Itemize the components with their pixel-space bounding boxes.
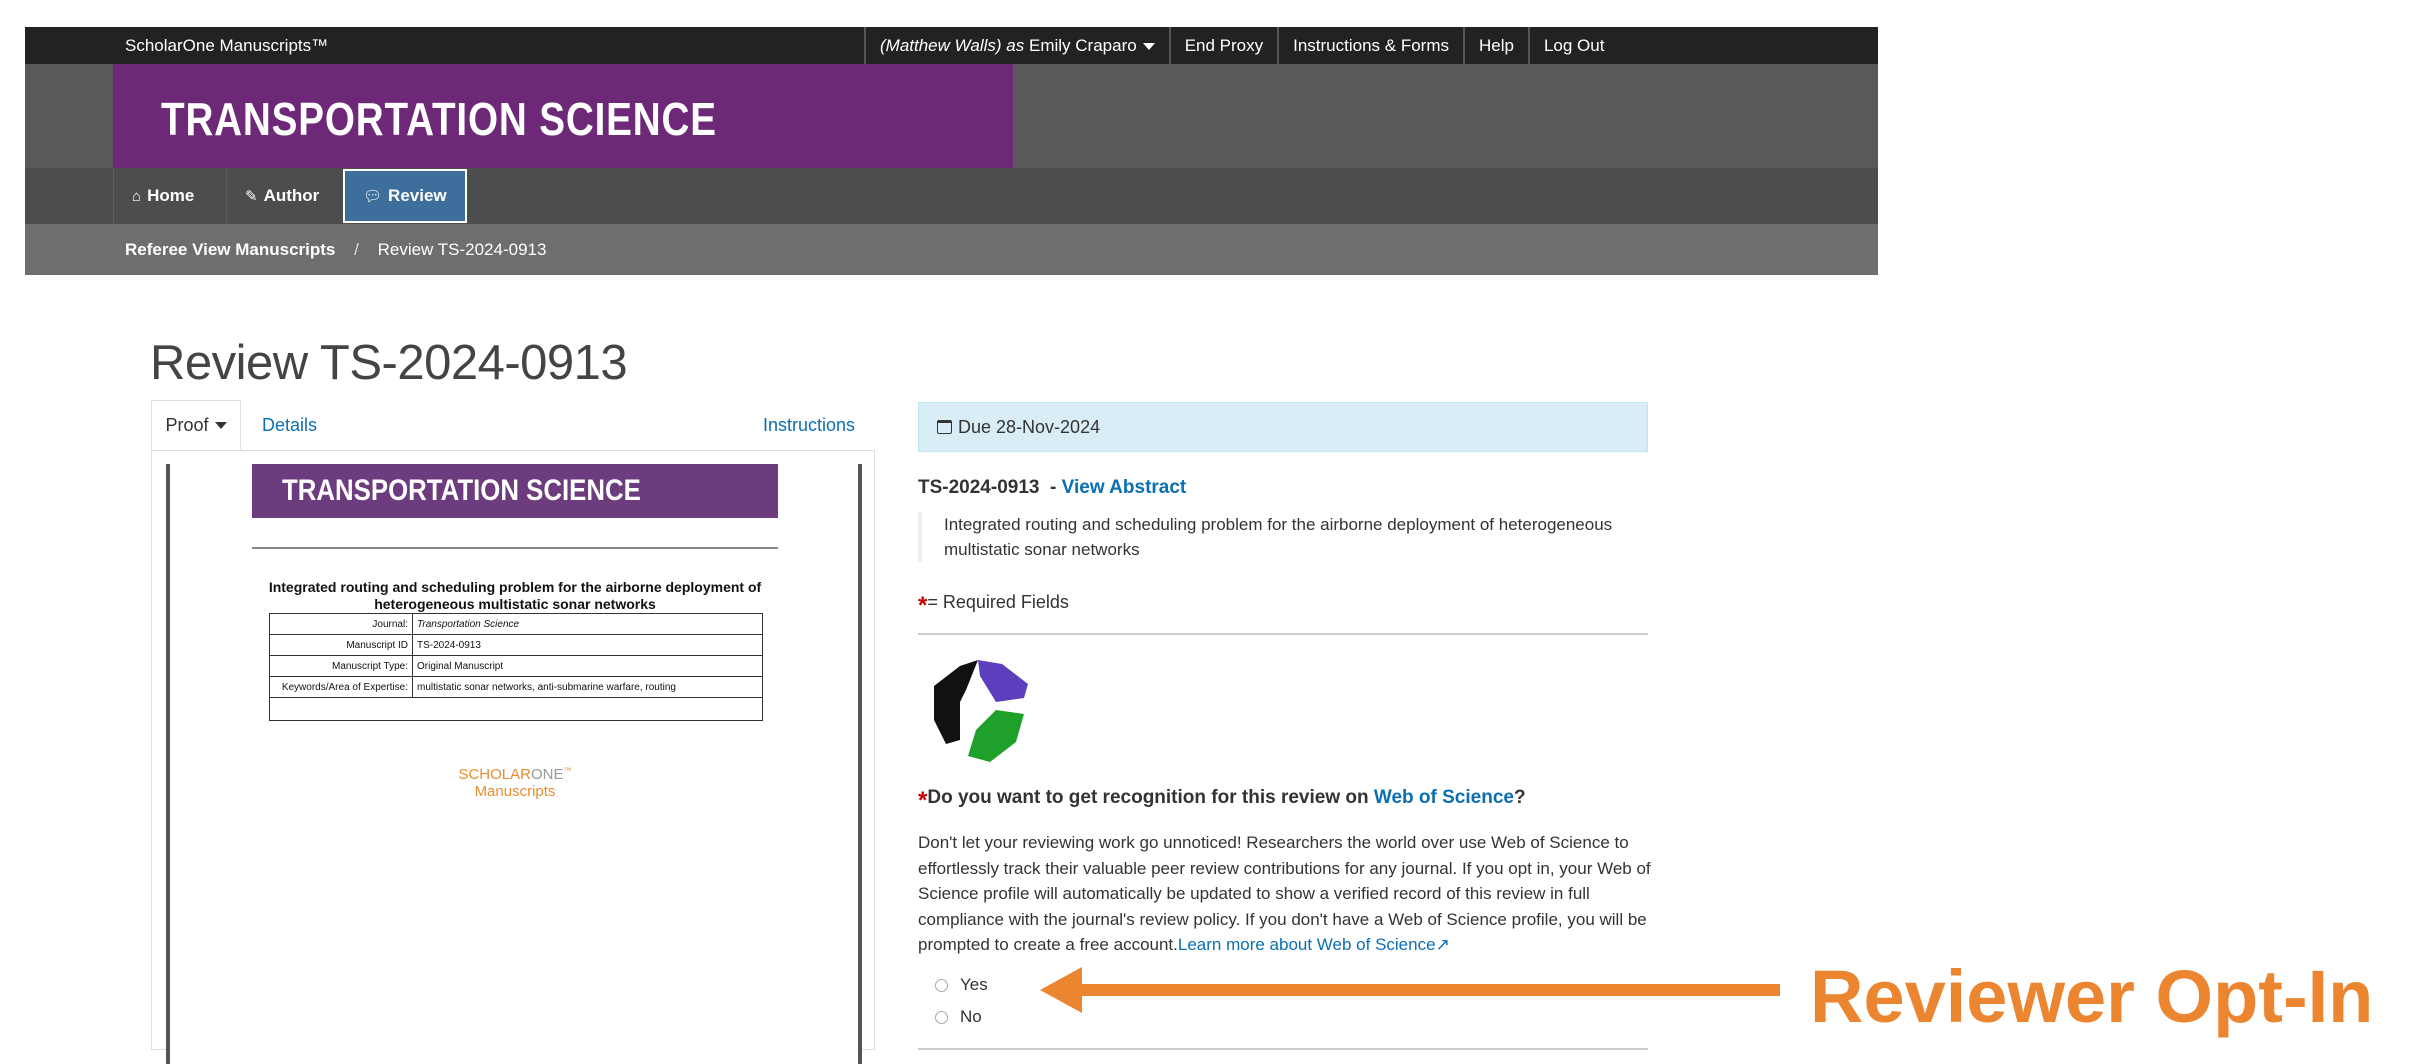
- required-fields-note: *= Required Fields: [918, 592, 1069, 620]
- breadcrumb-current: Review TS-2024-0913: [377, 240, 547, 259]
- breadcrumb-parent[interactable]: Referee View Manuscripts: [125, 240, 335, 259]
- view-abstract-link[interactable]: View Abstract: [1062, 477, 1187, 498]
- page-title: Review TS-2024-0913: [150, 336, 628, 390]
- journal-logo[interactable]: TRANSPORTATION SCIENCE: [113, 64, 1013, 168]
- table-row: Manuscript ID TS-2024-0913: [269, 634, 763, 656]
- logo-one: ONE: [531, 766, 564, 783]
- help-link[interactable]: Help: [1463, 27, 1528, 64]
- wos-question: *Do you want to get recognition for this…: [918, 787, 1526, 815]
- tab-instructions[interactable]: Instructions: [763, 415, 855, 436]
- logout-link[interactable]: Log Out: [1527, 27, 1619, 64]
- wos-link[interactable]: Web of Science: [1374, 787, 1514, 808]
- manuscript-title-quote: Integrated routing and scheduling proble…: [918, 512, 1648, 562]
- proof-journal-title: TRANSPORTATION SCIENCE: [282, 474, 641, 507]
- table-empty-cell: [269, 697, 763, 721]
- end-proxy-link[interactable]: End Proxy: [1168, 27, 1277, 64]
- proof-document: TRANSPORTATION SCIENCE Integrated routin…: [166, 464, 862, 1064]
- top-nav: (Matthew Walls) as Emily Craparo End Pro…: [864, 27, 1618, 64]
- logo-scholar: SCHOLAR: [458, 766, 531, 783]
- wos-question-text: Do you want to get recognition for this …: [927, 787, 1369, 808]
- proxy-user-menu[interactable]: (Matthew Walls) as Emily Craparo: [864, 27, 1169, 64]
- proof-tabs: Proof Details Instructions: [151, 400, 875, 451]
- table-key: Journal:: [269, 613, 413, 635]
- table-row: Manuscript Type: Original Manuscript: [269, 655, 763, 677]
- due-date-alert: Due 28-Nov-2024: [918, 402, 1648, 452]
- scholarone-logo: SCHOLARONE™ Manuscripts: [252, 762, 778, 800]
- learn-more-link[interactable]: Learn more about Web of Science: [1178, 935, 1436, 954]
- proof-info-table: Journal: Transportation Science Manuscri…: [269, 613, 763, 721]
- main-nav: ⌂ Home ✎ Author 💬︎ Review: [25, 168, 1878, 224]
- wos-question-mark: ?: [1513, 787, 1526, 808]
- pencil-icon: ✎: [245, 188, 258, 205]
- table-value: TS-2024-0913: [412, 634, 763, 656]
- due-date-text: Due 28-Nov-2024: [958, 416, 1101, 437]
- table-value: Transportation Science: [412, 613, 763, 635]
- logo-manuscripts: Manuscripts: [474, 783, 556, 800]
- logo-tm: ™: [563, 766, 572, 775]
- proof-journal-header: TRANSPORTATION SCIENCE: [252, 464, 778, 518]
- tab-details[interactable]: Details: [262, 415, 317, 436]
- option-no[interactable]: No: [935, 1007, 982, 1027]
- required-text: = Required Fields: [927, 592, 1069, 612]
- divider: [918, 633, 1648, 635]
- table-row: Keywords/Area of Expertise: multistatic …: [269, 676, 763, 698]
- table-key: Manuscript ID: [269, 634, 413, 656]
- journal-banner: TRANSPORTATION SCIENCE: [25, 64, 1878, 168]
- nav-review[interactable]: 💬︎ Review: [343, 169, 467, 223]
- table-row: Journal: Transportation Science: [269, 613, 763, 635]
- comment-icon: 💬︎: [363, 188, 383, 205]
- nav-author[interactable]: ✎ Author: [226, 168, 337, 224]
- option-yes-label[interactable]: Yes: [960, 975, 988, 995]
- option-yes[interactable]: Yes: [935, 975, 988, 995]
- annotation-label: Reviewer Opt-In: [1810, 955, 2374, 1038]
- breadcrumb-separator: /: [354, 240, 359, 259]
- web-of-science-logo: [934, 660, 1028, 762]
- required-star: *: [918, 592, 928, 619]
- calendar-icon: [937, 420, 952, 434]
- heading-dash: -: [1050, 477, 1057, 498]
- annotation-arrow: [1040, 967, 1780, 1013]
- table-row: [269, 697, 763, 721]
- proof-panel: Proof Details Instructions TRANSPORTATIO…: [151, 400, 875, 1064]
- nav-review-label: Review: [388, 186, 447, 205]
- tab-proof-label: Proof: [165, 414, 209, 435]
- caret-down-icon: [214, 421, 227, 429]
- nav-home-label: Home: [147, 186, 195, 205]
- table-key: Manuscript Type:: [269, 655, 413, 677]
- breadcrumb: Referee View Manuscripts / Review TS-202…: [25, 224, 1878, 275]
- table-value: Original Manuscript: [412, 655, 763, 677]
- nav-home[interactable]: ⌂ Home: [113, 168, 212, 224]
- yes-radio[interactable]: [935, 978, 948, 992]
- proof-manuscript-title: Integrated routing and scheduling proble…: [268, 579, 762, 612]
- manuscript-id: TS-2024-0913: [918, 477, 1040, 498]
- home-icon: ⌂: [132, 187, 142, 205]
- journal-title: TRANSPORTATION SCIENCE: [161, 93, 717, 145]
- table-key: Keywords/Area of Expertise:: [269, 676, 413, 698]
- nav-author-label: Author: [263, 186, 320, 205]
- tab-proof[interactable]: Proof: [151, 400, 241, 450]
- wos-description: Don't let your reviewing work go unnotic…: [918, 830, 1653, 958]
- user-name: Emily Craparo: [1028, 36, 1137, 55]
- required-star: *: [918, 787, 928, 814]
- proxy-user: (Matthew Walls): [880, 36, 1002, 55]
- external-link-icon[interactable]: ↗: [1436, 935, 1450, 954]
- table-value: multistatic sonar networks, anti-submari…: [412, 676, 763, 698]
- proxy-as: as: [1006, 36, 1025, 55]
- caret-down-icon: [1142, 43, 1155, 51]
- option-no-label[interactable]: No: [960, 1007, 982, 1027]
- top-bar: ScholarOne Manuscripts™ (Matthew Walls) …: [25, 27, 1878, 64]
- no-radio[interactable]: [935, 1010, 948, 1024]
- proof-viewer[interactable]: TRANSPORTATION SCIENCE Integrated routin…: [151, 450, 875, 1064]
- app-brand[interactable]: ScholarOne Manuscripts™: [125, 36, 328, 56]
- manuscript-heading: TS-2024-0913 - View Abstract: [918, 477, 1186, 499]
- proof-divider: [252, 547, 778, 549]
- instructions-forms-link[interactable]: Instructions & Forms: [1277, 27, 1463, 64]
